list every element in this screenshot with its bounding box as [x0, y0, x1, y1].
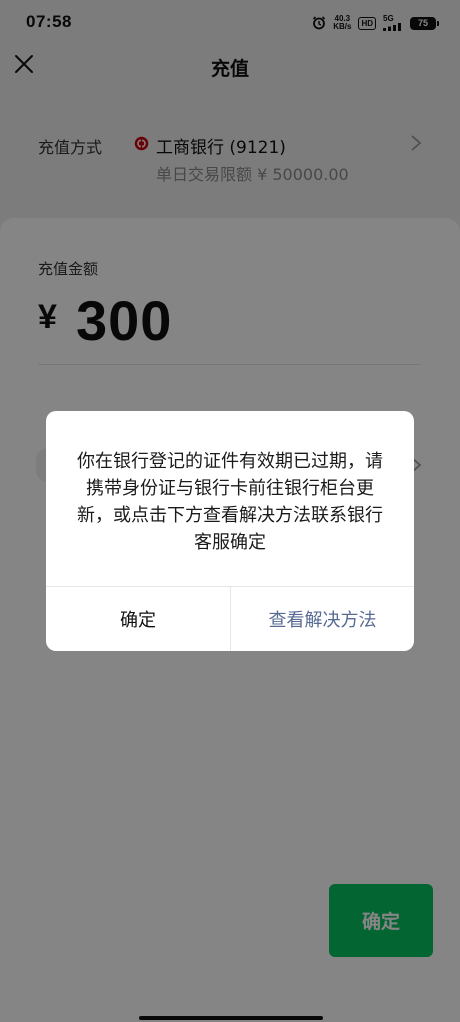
- dialog-message: 你在银行登记的证件有效期已过期，请携带身份证与银行卡前往银行柜台更新，或点击下方…: [77, 451, 383, 553]
- alert-dialog: 你在银行登记的证件有效期已过期，请携带身份证与银行卡前往银行柜台更新，或点击下方…: [46, 411, 414, 651]
- view-solution-button[interactable]: 查看解决方法: [231, 587, 414, 651]
- dialog-ok-button[interactable]: 确定: [46, 587, 230, 651]
